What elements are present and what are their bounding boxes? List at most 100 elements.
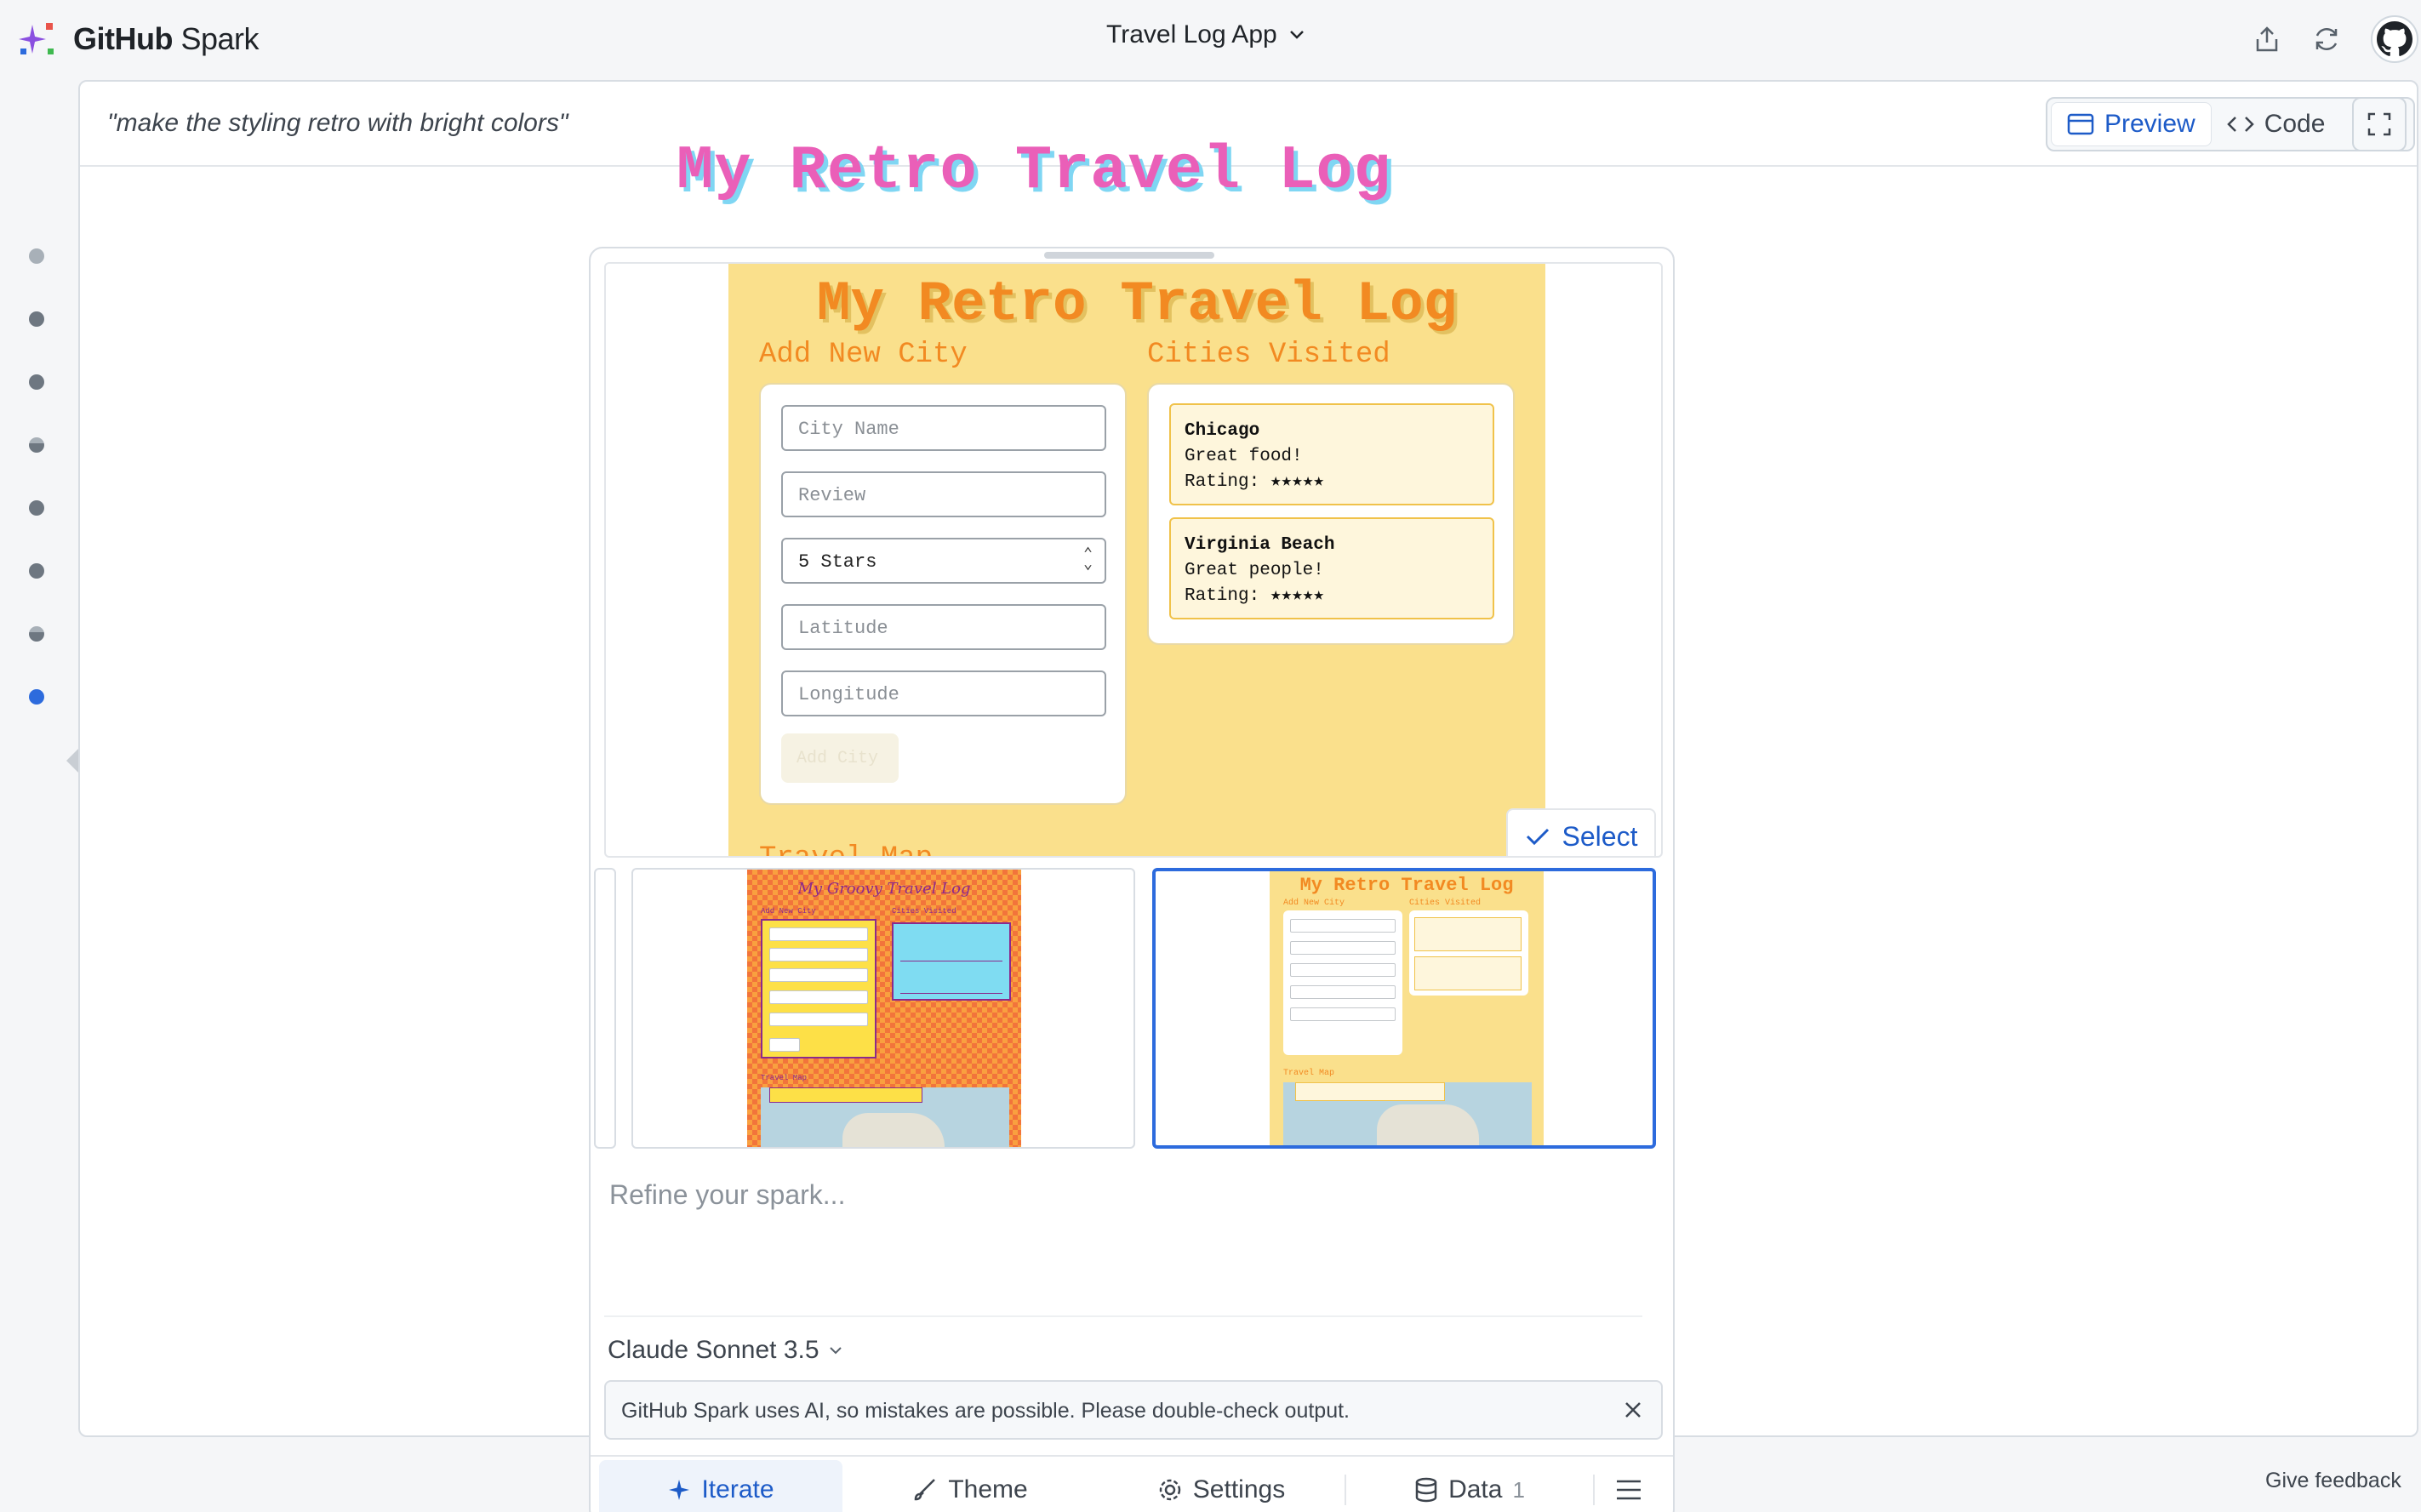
history-dot[interactable]: [29, 311, 44, 327]
sparkle-icon: [669, 1480, 690, 1500]
tab-theme[interactable]: Theme: [842, 1460, 1098, 1512]
cities-list: Chicago Great food! Rating: ★★★★★ Virgin…: [1147, 383, 1515, 645]
code-button[interactable]: Code: [2212, 102, 2341, 146]
groovy-cities: [892, 922, 1011, 1001]
refine-input[interactable]: Refine your spark...: [609, 1179, 845, 1211]
hamburger-menu-icon: [1617, 1480, 1641, 1500]
mini-map-heading: Travel Map: [1283, 1069, 1335, 1078]
ai-notice: GitHub Spark uses AI, so mistakes are po…: [604, 1380, 1663, 1440]
variant-thumbnail-retro-selected[interactable]: My Retro Travel Log Add New City Cities …: [1152, 868, 1656, 1149]
history-dot[interactable]: [29, 248, 44, 264]
select-label: Select: [1562, 820, 1638, 852]
groovy-title: My Groovy Travel Log: [797, 880, 971, 898]
divider: [604, 1315, 1642, 1317]
retro-title: My Retro Travel Log: [816, 272, 1458, 336]
mini-add-heading: Add New City: [1283, 899, 1345, 908]
select-arrows-icon: ⌃ ⌄: [1083, 546, 1093, 573]
mini-retro-title: My Retro Travel Log: [1299, 875, 1514, 896]
gear-icon: [1159, 1479, 1181, 1501]
cities-visited-heading: Cities Visited: [1147, 339, 1390, 371]
city-name: Chicago: [1185, 421, 1260, 441]
share-icon: [2256, 26, 2278, 52]
code-label: Code: [2264, 110, 2326, 138]
history-dot[interactable]: [29, 437, 44, 453]
refresh-icon: [2315, 28, 2338, 50]
give-feedback-link[interactable]: Give feedback: [2265, 1469, 2401, 1493]
tab-iterate[interactable]: Iterate: [599, 1460, 842, 1512]
longitude-input[interactable]: Longitude: [781, 670, 1106, 716]
model-label: Claude Sonnet 3.5: [608, 1336, 819, 1364]
retro-app-preview: My Retro Travel Log Add New City Cities …: [728, 264, 1545, 856]
drag-handle[interactable]: [1044, 252, 1214, 259]
groovy-map: [761, 1087, 1009, 1147]
refresh-button[interactable]: [2308, 20, 2345, 58]
chevron-down-icon: [829, 1347, 842, 1355]
tab-settings[interactable]: Settings: [1098, 1460, 1345, 1512]
check-icon: [1526, 828, 1549, 846]
rating-select[interactable]: 5 Stars ⌃ ⌄: [781, 538, 1106, 584]
notice-text: GitHub Spark uses AI, so mistakes are po…: [621, 1399, 1350, 1423]
database-icon: [1415, 1477, 1437, 1503]
review-input[interactable]: Review: [781, 471, 1106, 517]
variant-thumbnail-groovy[interactable]: My Groovy Travel Log Add New City Cities…: [631, 868, 1135, 1149]
collapse-rail-handle[interactable]: [66, 749, 78, 773]
github-icon: [2377, 21, 2412, 56]
city-card: Chicago Great food! Rating: ★★★★★: [1169, 403, 1494, 505]
code-icon: [2226, 117, 2254, 132]
tab-data-label: Data: [1448, 1475, 1503, 1503]
groovy-map-heading: Travel Map: [761, 1074, 808, 1082]
select-variant-button[interactable]: Select: [1506, 808, 1656, 856]
add-city-heading: Add New City: [759, 339, 968, 371]
variant-preview: My Retro Travel Log Add New City Cities …: [604, 262, 1663, 858]
latitude-input[interactable]: Latitude: [781, 604, 1106, 650]
tab-settings-label: Settings: [1192, 1475, 1286, 1503]
city-card: Virginia Beach Great people! Rating: ★★★…: [1169, 517, 1494, 619]
city-review: Great people!: [1185, 561, 1324, 580]
mini-form: [1283, 910, 1402, 1055]
history-dot[interactable]: [29, 563, 44, 579]
user-avatar[interactable]: [2371, 15, 2418, 63]
mini-cities-heading: Cities Visited: [1409, 899, 1482, 908]
brand[interactable]: GitHub Spark: [15, 15, 260, 63]
groovy-add-heading: Add New City: [761, 907, 816, 916]
expand-icon: [2367, 112, 2391, 136]
groovy-app-mini: My Groovy Travel Log Add New City Cities…: [747, 870, 1021, 1147]
city-review: Great food!: [1185, 447, 1303, 466]
preview-label: Preview: [2104, 110, 2195, 138]
retro-app-mini: My Retro Travel Log Add New City Cities …: [1270, 871, 1544, 1145]
city-name-input[interactable]: City Name: [781, 405, 1106, 451]
tab-theme-label: Theme: [948, 1475, 1028, 1503]
groovy-form: [761, 919, 876, 1058]
groovy-cities-heading: Cities Visited: [892, 907, 956, 916]
data-count-badge: 1: [1512, 1476, 1525, 1503]
top-bar: GitHub Spark Travel Log App: [0, 0, 2421, 77]
model-selector[interactable]: Claude Sonnet 3.5: [608, 1336, 843, 1365]
tab-iterate-label: Iterate: [701, 1475, 774, 1503]
close-icon[interactable]: [1622, 1399, 1644, 1421]
iterate-card: My Retro Travel Log Add New City Cities …: [589, 247, 1675, 1512]
city-name: Virginia Beach: [1185, 535, 1335, 555]
history-dot-current[interactable]: [29, 689, 44, 705]
menu-button[interactable]: [1595, 1460, 1663, 1512]
mini-cities: [1409, 910, 1528, 996]
brand-name: GitHub Spark: [73, 21, 260, 56]
variant-thumbnail[interactable]: [594, 868, 616, 1149]
share-button[interactable]: [2248, 20, 2286, 58]
history-dot[interactable]: [29, 500, 44, 516]
preview-button[interactable]: Preview: [2051, 102, 2212, 146]
app-heading: My Retro Travel Log: [677, 136, 1391, 206]
add-city-button[interactable]: Add City: [781, 733, 899, 783]
history-dot[interactable]: [29, 374, 44, 390]
spark-logo-icon: [19, 23, 54, 54]
fullscreen-button[interactable]: [2352, 97, 2407, 151]
chevron-down-icon: [1289, 31, 1304, 39]
app-title-dropdown[interactable]: Travel Log App: [1106, 20, 1306, 49]
travel-map-heading: Travel Map: [759, 842, 933, 856]
mini-map: [1283, 1082, 1532, 1145]
tab-data[interactable]: Data 1: [1346, 1460, 1593, 1512]
prompt-text: "make the styling retro with bright colo…: [107, 109, 568, 137]
add-city-form: City Name Review 5 Stars ⌃ ⌄ Latitude Lon…: [759, 383, 1127, 805]
city-rating: Rating: ★★★★★: [1185, 472, 1325, 492]
rating-select-value: 5 Stars: [798, 551, 877, 573]
history-dot[interactable]: [29, 626, 44, 642]
